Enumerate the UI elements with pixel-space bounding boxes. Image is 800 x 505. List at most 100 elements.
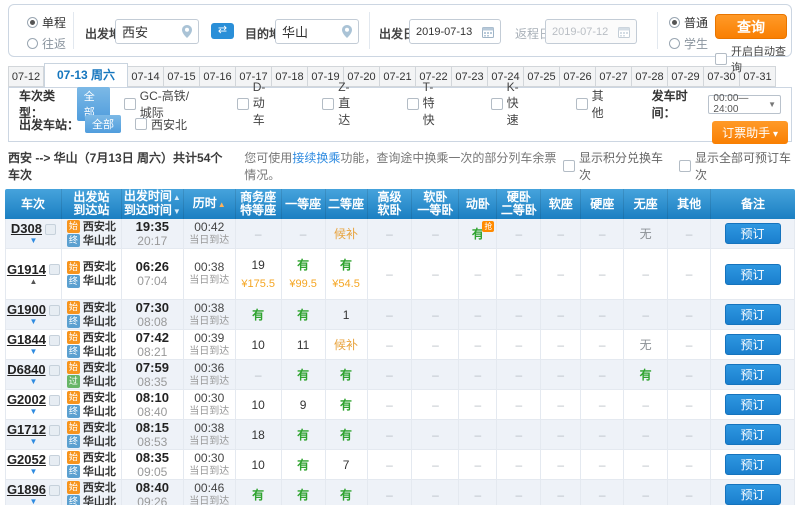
query-button[interactable]: 查询 <box>715 14 787 39</box>
collapse-row-icon[interactable]: ▲ <box>30 277 38 286</box>
checkbox-icon[interactable] <box>406 98 419 110</box>
booking-assistant-button[interactable]: 订票助手 <box>712 121 788 144</box>
expand-row-icon[interactable]: ▼ <box>30 408 38 416</box>
return-date-input[interactable]: 2019-07-12 <box>545 19 637 44</box>
expand-row-icon[interactable]: ▼ <box>30 378 38 386</box>
transfer-link[interactable]: 接续换乘 <box>292 151 340 165</box>
expand-row-icon[interactable]: ▼ <box>30 438 38 446</box>
checkbox-icon[interactable] <box>563 160 576 172</box>
train-number-link[interactable]: G1914 <box>7 262 46 277</box>
column-header-2[interactable]: 出发时间▲ 到达时间▼ <box>122 189 184 219</box>
seat-availability: 候补 <box>334 337 359 352</box>
depart-station-all-chip[interactable]: 全部 <box>85 115 122 133</box>
checkbox-icon[interactable] <box>715 53 727 65</box>
book-button[interactable]: 预订 <box>724 223 781 244</box>
checkbox-icon[interactable] <box>490 98 503 110</box>
radio-icon[interactable] <box>669 38 680 49</box>
show-all-bookable-checkbox[interactable]: 显示全部可预订车次 <box>679 149 792 183</box>
sort-asc-icon[interactable]: ▲ <box>173 193 181 202</box>
expand-row-icon[interactable]: ▼ <box>30 237 38 245</box>
train-number-link[interactable]: D6840 <box>7 363 45 377</box>
train-type-option[interactable]: T-特快 <box>406 80 445 128</box>
book-button[interactable]: 预订 <box>724 394 781 415</box>
train-info-icon[interactable] <box>45 223 56 235</box>
column-header-6: 二等座 <box>326 189 368 219</box>
seat-cell-business: 19 ¥175.5 <box>236 249 282 299</box>
book-button[interactable]: 预订 <box>724 484 781 505</box>
seat-availability: – <box>432 307 439 322</box>
book-button[interactable]: 预订 <box>724 424 781 445</box>
checkbox-icon[interactable] <box>236 98 249 110</box>
train-number-link[interactable]: G2002 <box>7 393 46 407</box>
trip-round-radio[interactable]: 往返 <box>27 35 66 52</box>
date-tab-07-12[interactable]: 07-12 <box>8 66 44 87</box>
train-info-icon[interactable] <box>48 364 60 376</box>
date-tab-07-13[interactable]: 07-13 周六 <box>44 63 128 87</box>
show-points-trains-checkbox[interactable]: 显示积分兑换车次 <box>563 149 665 183</box>
train-info-icon[interactable] <box>48 424 60 436</box>
depart-date-input[interactable]: 2019-07-13 <box>409 19 501 44</box>
radio-selected-icon[interactable] <box>669 17 680 28</box>
book-button[interactable]: 预订 <box>724 263 781 285</box>
train-info-icon[interactable] <box>48 484 60 496</box>
book-button[interactable]: 预订 <box>724 454 781 475</box>
calendar-icon[interactable] <box>482 26 494 38</box>
duration-cell: 00:38 当日到达 <box>184 249 236 299</box>
radio-icon[interactable] <box>27 38 38 49</box>
arrive-station: 华山北 <box>82 465 116 478</box>
trip-one-way-radio[interactable]: 单程 <box>27 14 66 31</box>
train-type-option[interactable]: 其他 <box>575 87 606 121</box>
train-number-link[interactable]: G1900 <box>7 303 46 317</box>
depart-station-option[interactable]: 西安北 <box>135 116 187 133</box>
book-button[interactable]: 预订 <box>724 334 781 355</box>
train-type-option[interactable]: Z-直达 <box>322 80 360 128</box>
train-number-link[interactable]: G1712 <box>7 423 46 437</box>
seat-availability: – <box>386 457 393 472</box>
auto-query-checkbox[interactable]: 开启自动查询 <box>715 43 791 75</box>
checkbox-icon[interactable] <box>322 98 335 110</box>
seat-cell-hard-seat: – <box>581 300 625 329</box>
arrive-station: 华山北 <box>82 275 116 287</box>
duration: 00:38 <box>194 300 225 315</box>
to-city-input[interactable]: 华山 <box>275 19 359 44</box>
train-number-link[interactable]: G2052 <box>7 453 46 467</box>
radio-selected-icon[interactable] <box>27 17 38 28</box>
book-button[interactable]: 预订 <box>724 304 781 325</box>
train-number-link[interactable]: G1896 <box>7 483 46 497</box>
train-info-icon[interactable] <box>48 334 60 346</box>
times-cell: 07:42 08:21 <box>122 330 184 359</box>
checkbox-icon[interactable] <box>135 118 148 130</box>
seat-cell-first-class: 有 <box>282 420 326 449</box>
train-info-icon[interactable] <box>48 454 60 466</box>
expand-row-icon[interactable]: ▼ <box>30 498 38 505</box>
checkbox-icon[interactable] <box>123 98 136 110</box>
passenger-normal-radio[interactable]: 普通 <box>669 14 708 31</box>
depart-time-select[interactable]: 00:00—24:00 ▼ <box>708 93 781 115</box>
train-number-link[interactable]: D308 <box>11 222 42 236</box>
checkbox-icon[interactable] <box>575 98 588 110</box>
sort-asc-icon[interactable]: ▲ <box>218 200 226 209</box>
column-header-3[interactable]: 历时▲ <box>184 189 236 219</box>
from-city-input[interactable]: 西安 <box>115 19 199 44</box>
train-type-option[interactable]: D-动车 <box>236 80 276 128</box>
passenger-student-radio[interactable]: 学生 <box>669 35 708 52</box>
seat-cell-soft-seat: – <box>541 300 582 329</box>
expand-row-icon[interactable]: ▼ <box>30 348 38 356</box>
seat-cell-second-class: 有 <box>326 480 368 505</box>
train-number-link[interactable]: G1844 <box>7 333 46 347</box>
seat-cell-no-seat: – <box>624 300 669 329</box>
arrive-time: 07:04 <box>137 274 168 288</box>
swap-cities-button[interactable]: ⇄ <box>211 23 234 39</box>
train-type-option[interactable]: K-快速 <box>490 80 530 128</box>
date-tab-07-29[interactable]: 07-29 <box>668 66 704 87</box>
sort-desc-icon[interactable]: ▼ <box>173 207 181 216</box>
train-info-icon[interactable] <box>48 304 60 316</box>
expand-row-icon[interactable]: ▼ <box>30 468 38 476</box>
checkbox-icon[interactable] <box>679 160 692 172</box>
seat-availability: – <box>299 226 307 241</box>
book-button[interactable]: 预订 <box>724 364 781 385</box>
train-info-icon[interactable] <box>48 394 60 406</box>
train-info-icon[interactable] <box>48 264 60 275</box>
expand-row-icon[interactable]: ▼ <box>30 318 38 326</box>
chevron-down-icon: ▼ <box>768 99 776 109</box>
